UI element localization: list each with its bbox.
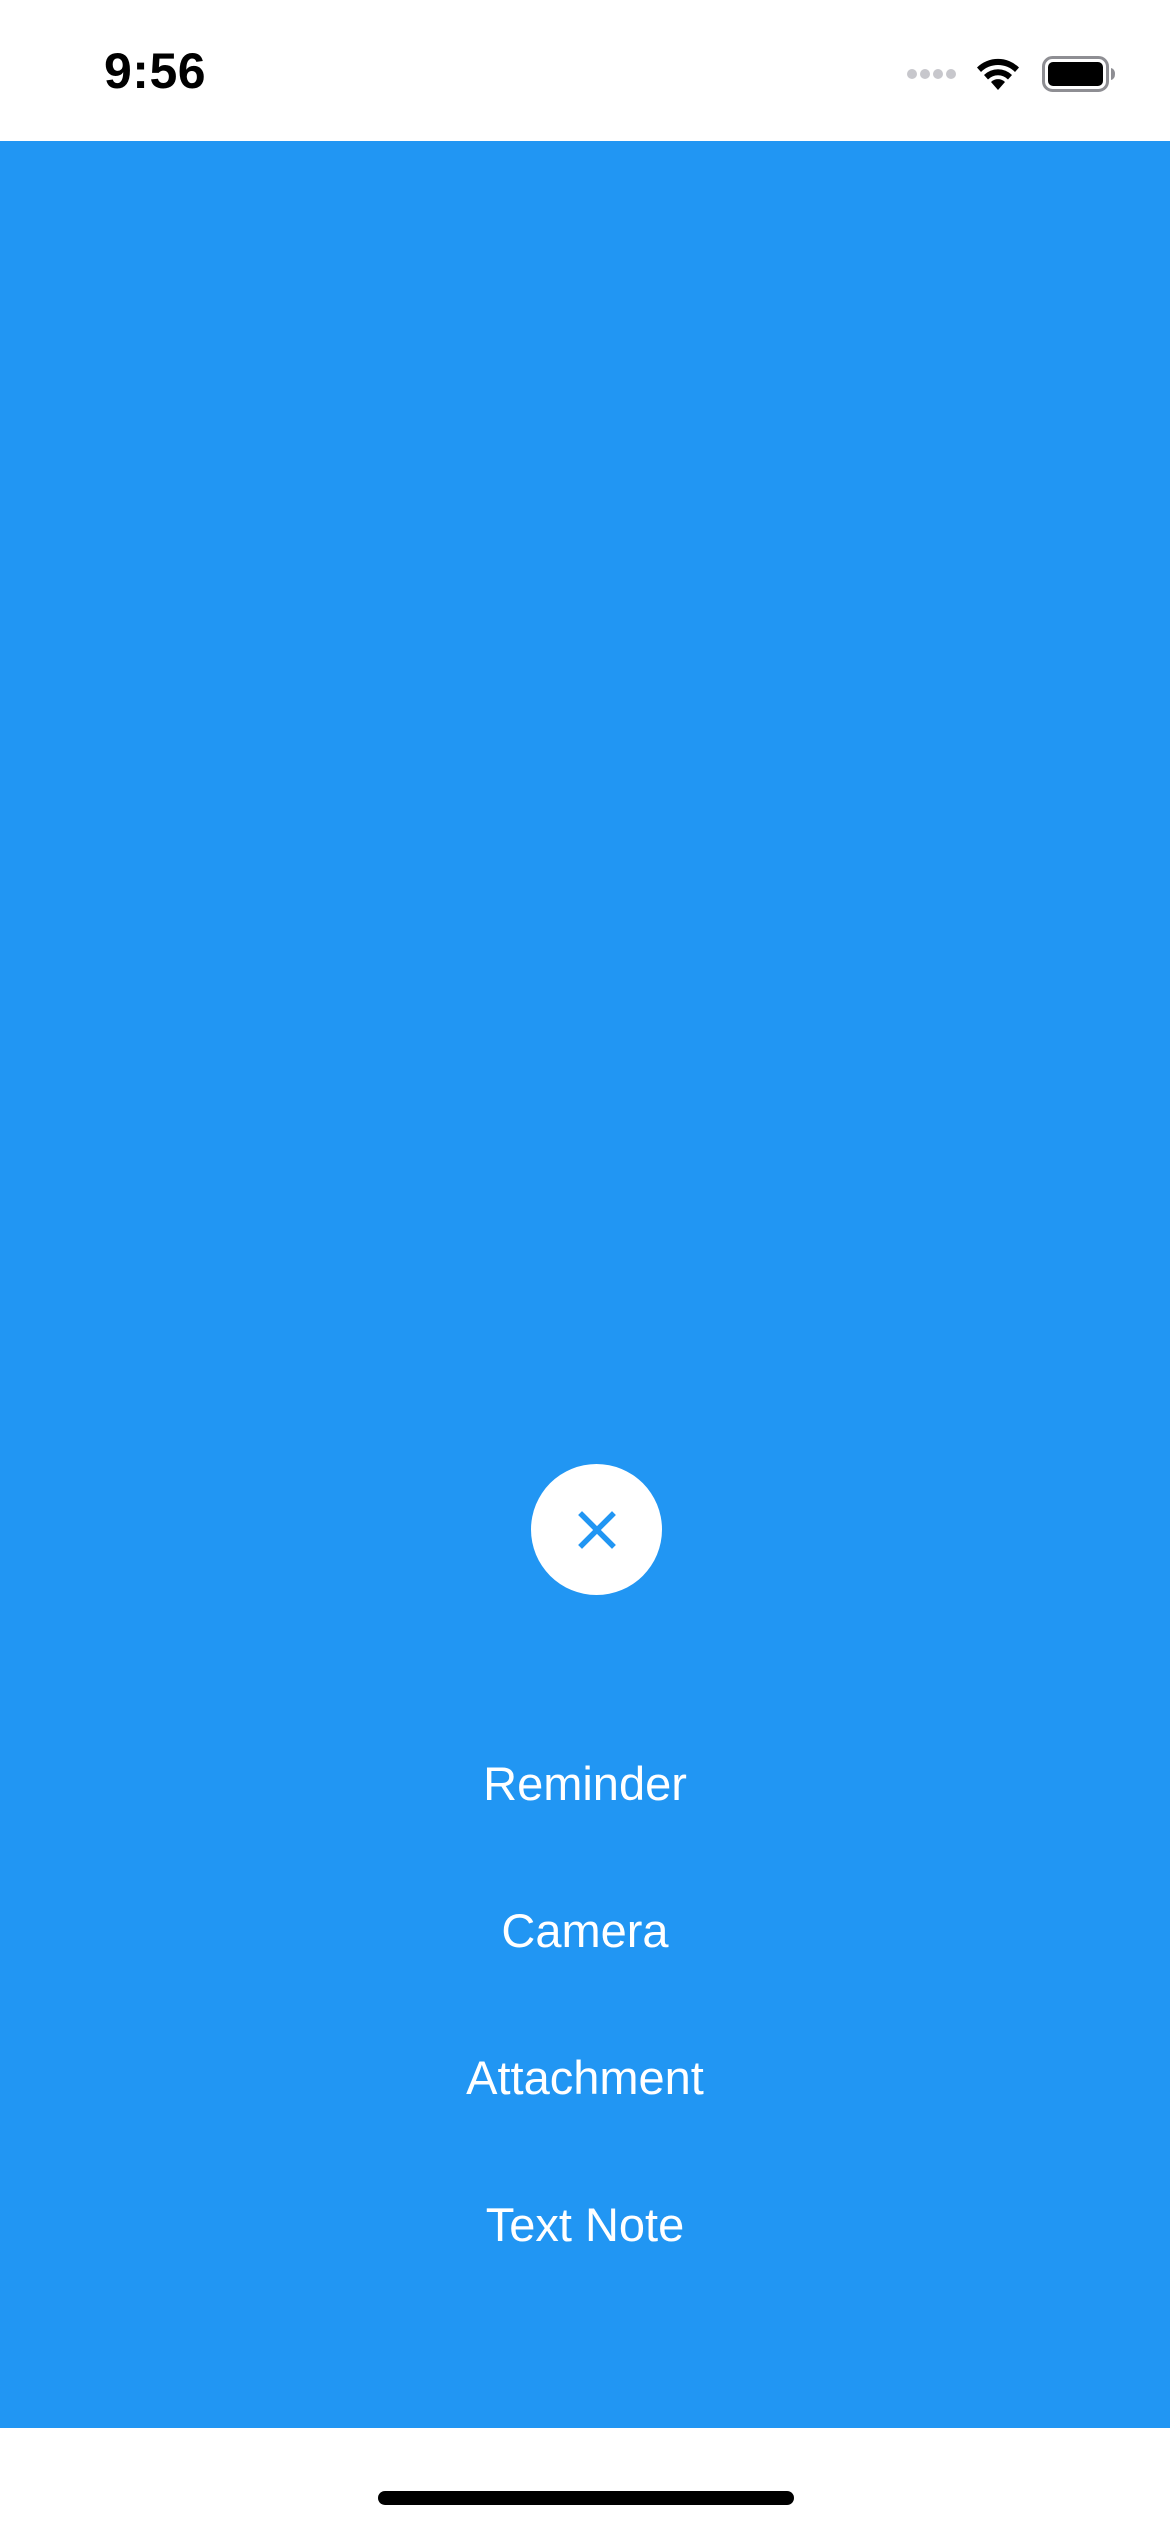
menu-item-label: Camera — [501, 1903, 669, 1957]
close-fab-button[interactable] — [531, 1464, 662, 1595]
menu-item-label: Attachment — [466, 2050, 704, 2104]
cellular-signal-icon — [906, 68, 958, 80]
status-time: 9:56 — [104, 43, 207, 99]
menu-item-text-note[interactable]: Text Note — [0, 2179, 1170, 2269]
menu-item-label: Reminder — [483, 1756, 687, 1810]
close-icon — [577, 1510, 617, 1550]
wifi-icon — [974, 56, 1022, 92]
status-bar: 9:56 — [0, 0, 1170, 141]
menu-item-label: Text Note — [485, 2197, 685, 2251]
battery-icon — [1042, 56, 1116, 92]
menu-item-attachment[interactable]: Attachment — [0, 2032, 1170, 2122]
menu-item-reminder[interactable]: Reminder — [0, 1738, 1170, 1828]
home-indicator[interactable] — [378, 2491, 794, 2505]
status-icons — [906, 52, 1116, 96]
menu-item-camera[interactable]: Camera — [0, 1885, 1170, 1975]
bottom-safe-area — [0, 2428, 1170, 2532]
